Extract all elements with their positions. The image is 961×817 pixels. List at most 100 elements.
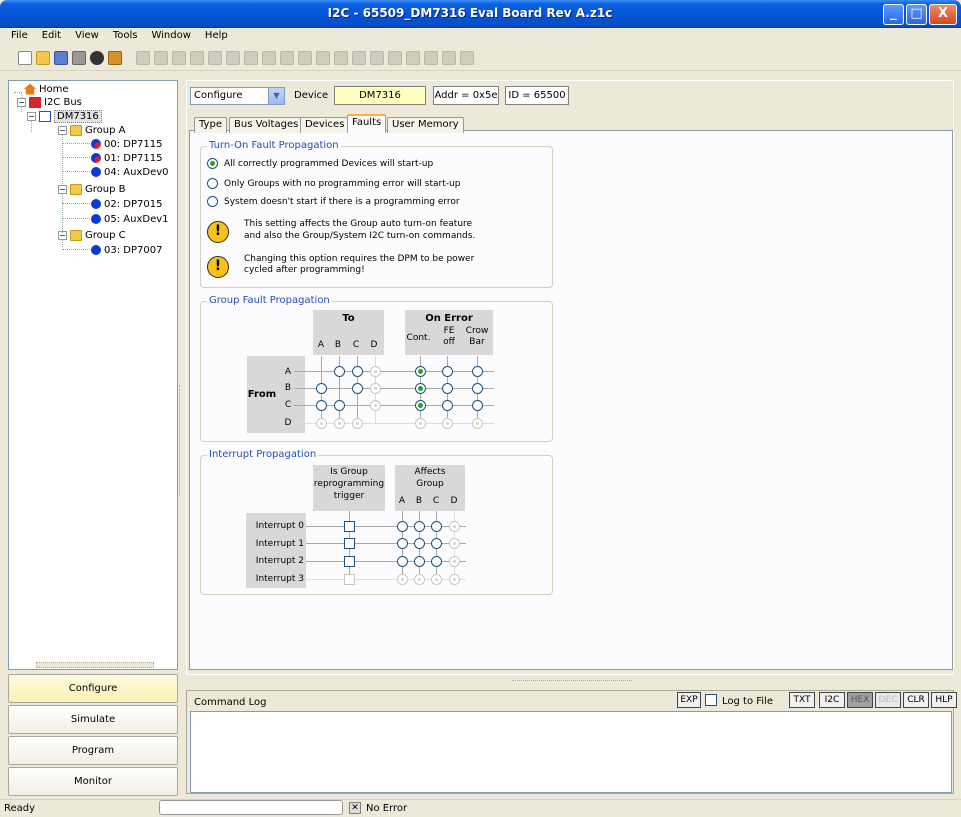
fault-d-to-b [334, 418, 345, 429]
int2-affects-a[interactable] [397, 556, 408, 567]
connect-icon[interactable] [108, 51, 122, 65]
status-ready: Ready [4, 803, 36, 814]
int2-affects-b[interactable] [414, 556, 425, 567]
device-name-field: DM7316 [334, 86, 426, 105]
minimize-icon: _ [890, 6, 897, 21]
tree-item-channel[interactable]: 03: DP7007 [91, 244, 162, 256]
mode-select[interactable]: Configure ▼ [190, 87, 285, 105]
fault-b-cont[interactable] [415, 383, 426, 394]
info-icon[interactable] [90, 51, 104, 65]
menu-help[interactable]: Help [198, 28, 235, 43]
hex-button[interactable]: HEX [847, 692, 873, 708]
int0-affects-a[interactable] [397, 521, 408, 532]
toolbar-disabled-icon-3 [172, 51, 186, 65]
menu-tools[interactable]: Tools [106, 28, 145, 43]
radio-all-start[interactable] [207, 158, 218, 169]
fault-a-fe-off[interactable] [442, 366, 453, 377]
toolbar-disabled-icon-18 [442, 51, 456, 65]
channel-icon [91, 245, 101, 255]
monitor-button[interactable]: Monitor [8, 767, 178, 796]
tree-item-device[interactable]: − DM7316 [27, 109, 102, 123]
chevron-down-icon[interactable]: ▼ [268, 88, 284, 104]
tree-item-channel[interactable]: 00: DP7115 [91, 138, 162, 150]
exp-button[interactable]: EXP [677, 692, 701, 708]
configure-button[interactable]: Configure [8, 674, 178, 703]
fault-d-to-c [352, 418, 363, 429]
channel-icon [91, 199, 101, 209]
tree-item-group-a[interactable]: − Group A [58, 124, 125, 136]
tab-bus-voltages[interactable]: Bus Voltages [229, 117, 304, 133]
affects-header-2: Group [416, 479, 444, 489]
tree-item-home[interactable]: Home [24, 83, 69, 95]
fault-a-crowbar[interactable] [472, 366, 483, 377]
maximize-button[interactable]: □ [906, 4, 927, 25]
menu-edit[interactable]: Edit [35, 28, 68, 43]
interrupt-2-trigger-checkbox[interactable] [344, 556, 355, 567]
int1-affects-c[interactable] [431, 538, 442, 549]
clr-button[interactable]: CLR [903, 692, 929, 708]
tree-item-group-c[interactable]: − Group C [58, 229, 126, 241]
close-button[interactable]: X [929, 4, 957, 25]
menu-file[interactable]: File [4, 28, 35, 43]
tree-splitter[interactable] [36, 662, 154, 668]
fault-c-crowbar[interactable] [472, 400, 483, 411]
folder-icon [70, 183, 82, 195]
tab-devices[interactable]: Devices [300, 117, 350, 133]
fault-c-cont[interactable] [415, 400, 426, 411]
int2-affects-c[interactable] [431, 556, 442, 567]
collapse-icon[interactable]: − [17, 97, 26, 107]
interrupt-3-trigger-checkbox [344, 574, 355, 585]
fault-a-cont[interactable] [415, 366, 426, 377]
log-to-file-checkbox[interactable] [705, 694, 717, 706]
open-folder-icon[interactable] [36, 51, 50, 65]
tree-item-channel[interactable]: 05: AuxDev1 [91, 213, 169, 225]
program-button[interactable]: Program [8, 736, 178, 765]
minimize-button[interactable]: _ [883, 4, 904, 25]
tab-faults[interactable]: Faults [347, 114, 387, 133]
fault-a-to-d [370, 366, 381, 377]
fault-c-to-a[interactable] [316, 400, 327, 411]
txt-button[interactable]: TXT [789, 692, 815, 708]
tree-item-group-b[interactable]: − Group B [58, 183, 125, 195]
int0-affects-c[interactable] [431, 521, 442, 532]
fault-a-to-c[interactable] [352, 366, 363, 377]
new-file-icon[interactable] [18, 51, 32, 65]
int1-affects-b[interactable] [414, 538, 425, 549]
addr-field: Addr = 0x5e [433, 86, 499, 105]
i2c-button[interactable]: I2C [819, 692, 845, 708]
simulate-button[interactable]: Simulate [8, 705, 178, 734]
horizontal-splitter[interactable] [512, 680, 632, 685]
on-error-fe-off: FE off [443, 326, 455, 347]
fault-b-crowbar[interactable] [472, 383, 483, 394]
int1-affects-a[interactable] [397, 538, 408, 549]
toolbar-disabled-icon-10 [298, 51, 312, 65]
vertical-splitter[interactable] [179, 385, 184, 495]
menu-window[interactable]: Window [144, 28, 197, 43]
on-error-cont: Cont. [406, 333, 431, 343]
tree-item-i2c-bus[interactable]: − I2C Bus [17, 96, 82, 108]
tree-item-channel[interactable]: 02: DP7015 [91, 198, 162, 210]
fault-c-to-d [370, 400, 381, 411]
radio-groups-start[interactable] [207, 178, 218, 189]
fault-c-to-b[interactable] [334, 400, 345, 411]
fault-b-to-c[interactable] [352, 383, 363, 394]
tab-user-memory[interactable]: User Memory [387, 117, 464, 133]
interrupt-1-trigger-checkbox[interactable] [344, 538, 355, 549]
interrupt-row-1: Interrupt 1 [255, 539, 304, 549]
fault-c-fe-off[interactable] [442, 400, 453, 411]
fault-b-fe-off[interactable] [442, 383, 453, 394]
print-icon[interactable] [72, 51, 86, 65]
menu-view[interactable]: View [68, 28, 106, 43]
int0-affects-b[interactable] [414, 521, 425, 532]
tree-item-channel[interactable]: 01: DP7115 [91, 152, 162, 164]
tree-item-channel[interactable]: 04: AuxDev0 [91, 166, 169, 178]
hlp-button[interactable]: HLP [931, 692, 957, 708]
command-log-output[interactable] [190, 711, 952, 793]
tab-type[interactable]: Type [194, 117, 227, 133]
warning-text-1a: This setting affects the Group auto turn… [244, 219, 473, 229]
save-icon[interactable] [54, 51, 68, 65]
fault-a-to-b[interactable] [334, 366, 345, 377]
fault-b-to-a[interactable] [316, 383, 327, 394]
radio-system-no-start[interactable] [207, 196, 218, 207]
interrupt-0-trigger-checkbox[interactable] [344, 521, 355, 532]
